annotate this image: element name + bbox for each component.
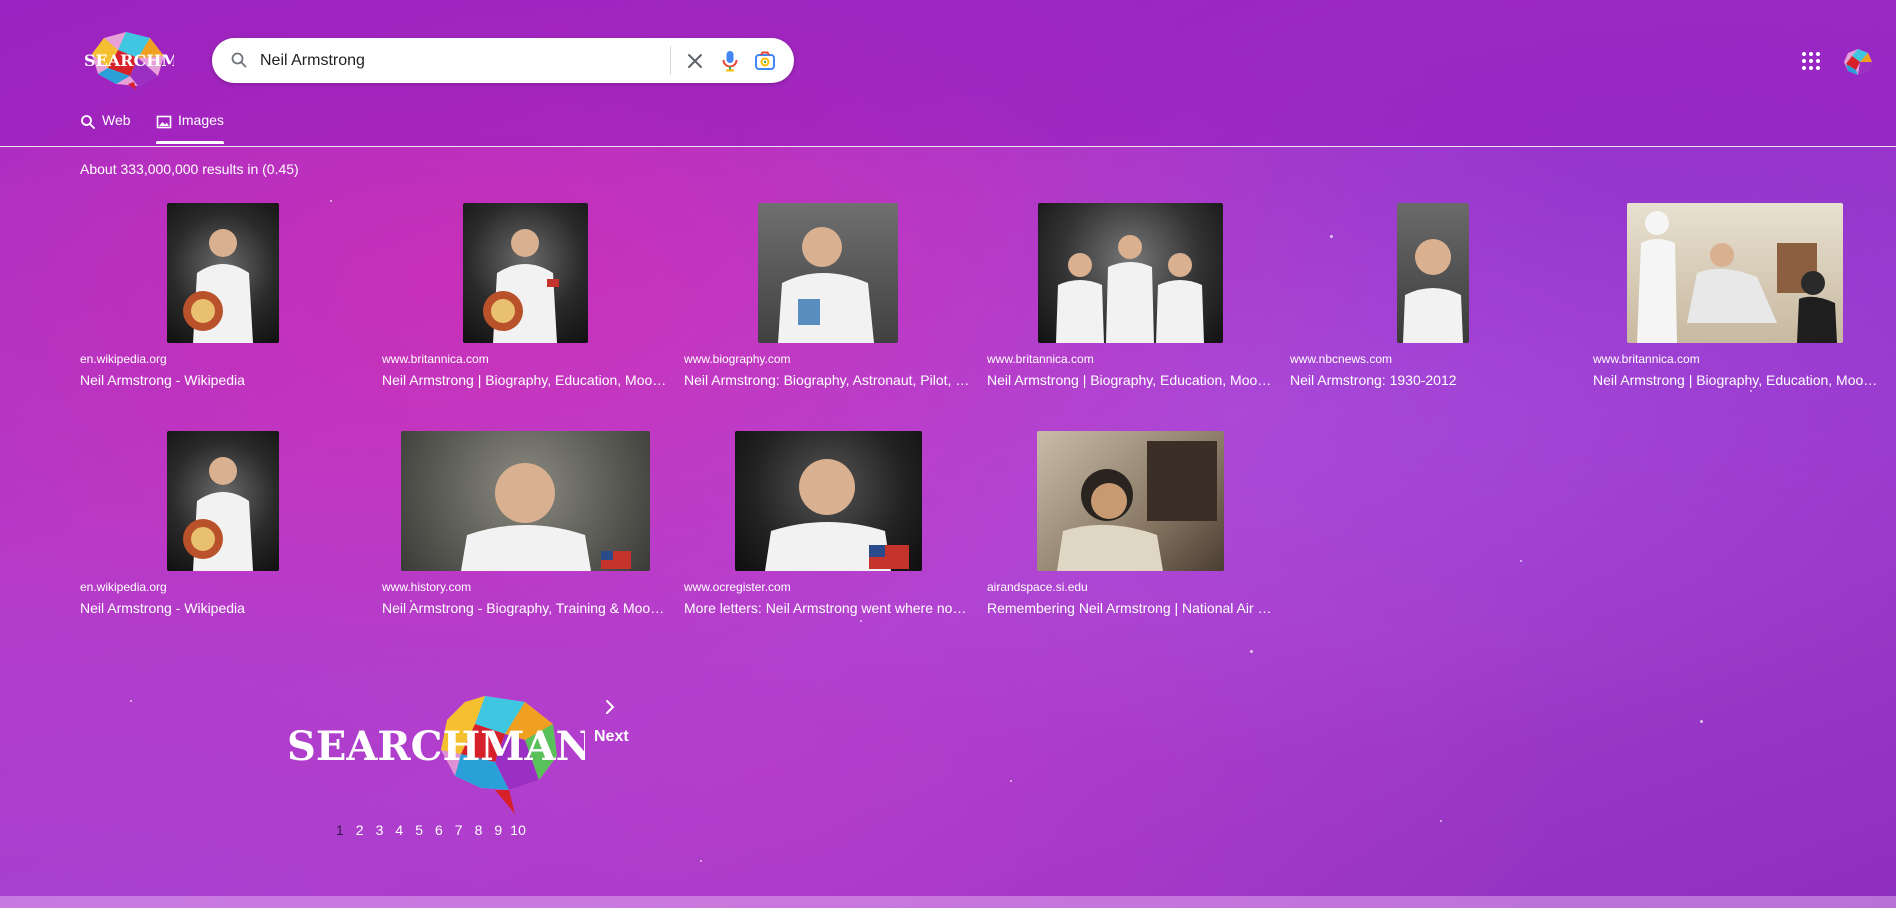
top-header: SEARCHMAN — [0, 0, 1896, 147]
chevron-right-icon — [606, 700, 615, 714]
image-result[interactable]: en.wikipedia.org Neil Armstrong - Wikipe… — [80, 431, 370, 631]
image-result[interactable]: airandspace.si.edu Remembering Neil Arms… — [987, 431, 1277, 631]
result-thumbnail[interactable] — [758, 203, 898, 343]
result-title[interactable]: Neil Armstrong - Wikipedia — [80, 600, 366, 616]
logo-text: SEARCHMAN — [84, 51, 174, 70]
next-page-label[interactable]: Next — [594, 728, 629, 746]
result-source: www.biography.com — [684, 352, 791, 366]
result-title[interactable]: Neil Armstrong: Biography, Astronaut, Pi… — [684, 372, 970, 388]
result-title[interactable]: Neil Armstrong - Wikipedia — [80, 372, 366, 388]
result-title[interactable]: Neil Armstrong - Biography, Training & M… — [382, 600, 668, 616]
result-source: en.wikipedia.org — [80, 580, 167, 594]
result-source: www.britannica.com — [1593, 352, 1700, 366]
result-title[interactable]: More letters: Neil Armstrong went where … — [684, 600, 970, 616]
tab-images-label: Images — [178, 112, 224, 128]
image-result[interactable]: www.britannica.com Neil Armstrong | Biog… — [1593, 203, 1883, 403]
result-stats: About 333,000,000 results in (0.45) — [80, 161, 299, 177]
active-tab-indicator — [156, 141, 224, 144]
image-result[interactable]: www.britannica.com Neil Armstrong | Biog… — [382, 203, 672, 403]
page-numbers: 1 2 3 4 5 6 7 8 9 10 — [330, 822, 528, 838]
result-thumbnail[interactable] — [167, 203, 279, 343]
page-number[interactable]: 3 — [370, 822, 390, 838]
apps-grid-icon — [1802, 52, 1820, 70]
apps-grid-button[interactable] — [1800, 50, 1822, 72]
brain-avatar-icon — [1844, 49, 1872, 75]
result-title[interactable]: Neil Armstrong | Biography, Education, M… — [1593, 372, 1879, 388]
next-page-button[interactable] — [600, 697, 620, 717]
search-box — [212, 38, 794, 83]
page-number[interactable]: 2 — [350, 822, 370, 838]
page-number[interactable]: 8 — [469, 822, 489, 838]
page-number[interactable]: 9 — [488, 822, 508, 838]
search-icon — [230, 51, 248, 69]
image-result[interactable]: www.biography.com Neil Armstrong: Biogra… — [684, 203, 974, 403]
microphone-icon — [722, 51, 738, 72]
avatar[interactable] — [1842, 46, 1874, 78]
result-title[interactable]: Neil Armstrong: 1930-2012 — [1290, 372, 1576, 388]
page-number[interactable]: 6 — [429, 822, 449, 838]
result-source: airandspace.si.edu — [987, 580, 1088, 594]
result-title[interactable]: Neil Armstrong | Biography, Education, M… — [987, 372, 1273, 388]
search-divider — [670, 46, 671, 75]
image-result[interactable]: www.ocregister.com More letters: Neil Ar… — [684, 431, 974, 631]
footer-bar — [0, 896, 1896, 908]
result-thumbnail[interactable] — [167, 431, 279, 571]
tab-images[interactable]: Images — [156, 112, 224, 144]
voice-search-button[interactable] — [717, 48, 743, 74]
searchman-logo[interactable]: SEARCHMAN — [78, 28, 206, 90]
result-thumbnail[interactable] — [1038, 203, 1223, 343]
result-source: www.britannica.com — [382, 352, 489, 366]
result-thumbnail[interactable] — [735, 431, 922, 571]
tab-web-label: Web — [102, 112, 131, 128]
result-thumbnail[interactable] — [401, 431, 650, 571]
image-result[interactable]: en.wikipedia.org Neil Armstrong - Wikipe… — [80, 203, 370, 403]
result-thumbnail[interactable] — [463, 203, 588, 343]
page-number-current: 1 — [336, 822, 344, 838]
camera-icon — [755, 51, 775, 70]
result-source: en.wikipedia.org — [80, 352, 167, 366]
camera-search-button[interactable] — [752, 48, 778, 74]
clear-search-button[interactable] — [682, 48, 708, 74]
page-number[interactable]: 5 — [409, 822, 429, 838]
search-input[interactable] — [258, 46, 682, 76]
image-icon — [156, 115, 172, 129]
pagination-logo-text: SEARCHMAN — [287, 723, 585, 770]
tab-web[interactable]: Web — [80, 112, 131, 144]
pagination-logo: SEARCHMAN — [285, 690, 592, 820]
result-title[interactable]: Neil Armstrong | Biography, Education, M… — [382, 372, 668, 388]
image-result[interactable]: www.britannica.com Neil Armstrong | Biog… — [987, 203, 1277, 403]
result-thumbnail[interactable] — [1397, 203, 1469, 343]
image-result[interactable]: www.history.com Neil Armstrong - Biograp… — [382, 431, 672, 631]
page-number[interactable]: 4 — [389, 822, 409, 838]
result-source: www.nbcnews.com — [1290, 352, 1393, 366]
result-source: www.history.com — [382, 580, 472, 594]
search-icon — [81, 115, 95, 129]
result-title[interactable]: Remembering Neil Armstrong | National Ai… — [987, 600, 1273, 616]
image-result[interactable]: www.nbcnews.com Neil Armstrong: 1930-201… — [1290, 203, 1580, 403]
page-number[interactable]: 7 — [449, 822, 469, 838]
result-thumbnail[interactable] — [1037, 431, 1224, 571]
result-source: www.ocregister.com — [684, 580, 791, 594]
page-number[interactable]: 10 — [508, 822, 528, 838]
result-source: www.britannica.com — [987, 352, 1094, 366]
close-icon — [688, 54, 702, 68]
result-thumbnail[interactable] — [1627, 203, 1843, 343]
